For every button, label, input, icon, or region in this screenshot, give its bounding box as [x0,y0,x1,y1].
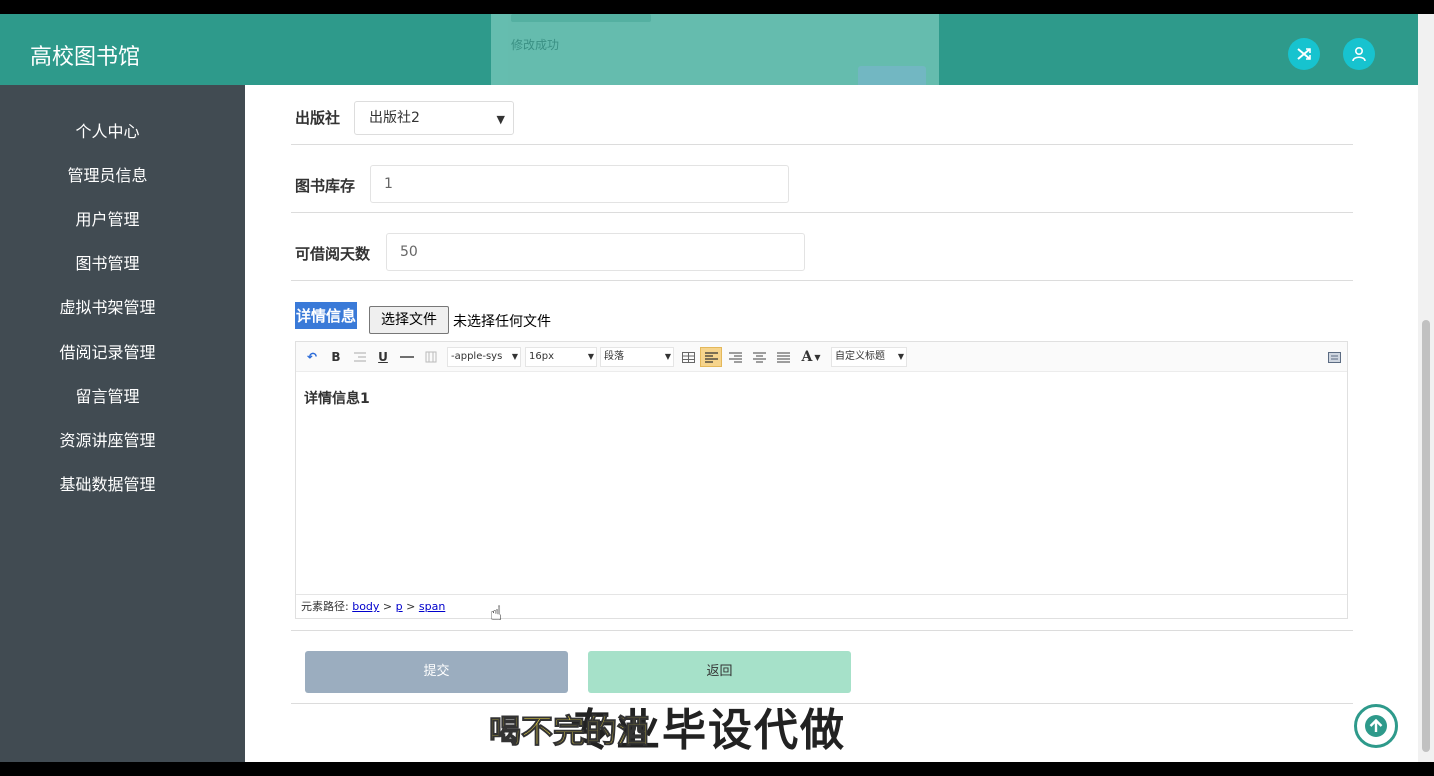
browser-viewport: 高校图书馆 修改成功 个人中心 管理员信息 用户管理 图书管理 虚拟书架管理 借… [0,14,1418,762]
sidebar-item-admin-info[interactable]: 管理员信息 [0,162,215,186]
editor-toolbar: ↶ B U -apple-sys ▼ 16px ▼ 段落 ▼ A ▼ 自定义标题… [296,342,1347,372]
publisher-select[interactable]: 出版社2 ▼ [354,101,514,135]
editor-content[interactable]: 详情信息1 [304,388,370,408]
custom-title-select[interactable]: 自定义标题 ▼ [831,347,907,367]
sidebar-item-base-data[interactable]: 基础数据管理 [0,471,215,495]
hand-cursor-icon: ☝ [490,601,503,625]
back-button[interactable]: 返回 [588,651,851,693]
align-center-icon[interactable] [751,347,767,367]
sidebar-item-messages[interactable]: 留言管理 [0,383,215,407]
chevron-down-icon: ▼ [814,352,821,362]
borrow-days-label: 可借阅天数 [295,245,371,263]
user-icon[interactable] [1343,38,1375,70]
submit-button[interactable]: 提交 [305,651,568,693]
sidebar-item-lectures[interactable]: 资源讲座管理 [0,427,215,451]
sidebar-item-user-management[interactable]: 用户管理 [0,206,215,230]
back-to-top-icon[interactable] [1354,704,1398,748]
sidebar-item-borrow-records[interactable]: 借阅记录管理 [0,339,215,363]
chevron-down-icon: ▼ [897,352,904,361]
toast-text: 修改成功 [511,38,560,52]
borrow-days-input[interactable]: 50 [386,233,805,271]
sidebar-item-book-management[interactable]: 图书管理 [0,250,215,274]
scrollbar-thumb[interactable] [1422,320,1430,752]
shuffle-icon[interactable] [1288,38,1320,70]
path-link-body[interactable]: body [352,600,379,613]
chevron-down-icon: ▼ [511,352,518,361]
sidebar: 个人中心 管理员信息 用户管理 图书管理 虚拟书架管理 借阅记录管理 留言管理 … [0,85,245,762]
app-title: 高校图书馆 [30,45,141,70]
sidebar-item-personal-center[interactable]: 个人中心 [0,118,215,142]
path-link-p[interactable]: p [396,600,403,613]
divider [291,280,1353,281]
editor-statusbar: 元素路径: body > p > span [296,594,1347,618]
chevron-down-icon: ▼ [587,352,594,361]
align-justify-icon[interactable] [775,347,791,367]
detail-label: 详情信息 [295,302,358,329]
bold-button[interactable]: B [328,347,344,367]
toast-message: 修改成功 [491,14,939,100]
file-status-text: 未选择任何文件 [453,314,551,330]
top-header: 高校图书馆 修改成功 [0,14,1418,100]
undo-icon[interactable]: ↶ [304,347,320,367]
rich-text-editor[interactable]: ↶ B U -apple-sys ▼ 16px ▼ 段落 ▼ A ▼ 自定义标题… [295,341,1348,619]
publisher-label: 出版社 [295,109,341,127]
clear-format-icon[interactable] [423,347,439,367]
table-icon[interactable] [680,347,696,367]
font-size-select[interactable]: 16px ▼ [525,347,597,367]
font-color-button[interactable]: A ▼ [799,347,823,367]
path-link-span[interactable]: span [419,600,445,613]
stock-label: 图书库存 [295,177,356,195]
fullscreen-icon[interactable] [1326,347,1342,367]
sidebar-item-virtual-shelf[interactable]: 虚拟书架管理 [0,294,215,318]
font-family-select[interactable]: -apple-sys ▼ [447,347,521,367]
page-scrollbar[interactable] [1418,14,1434,762]
choose-file-button[interactable]: 选择文件 [369,306,449,334]
horizontal-rule-icon[interactable] [399,347,415,367]
divider [291,630,1353,631]
chevron-down-icon: ▼ [664,352,671,361]
subtitle-yellow: 喝不完的酒 [488,712,650,751]
divider [291,212,1353,213]
underline-button[interactable]: U [375,347,391,367]
divider [291,144,1353,145]
stock-input[interactable]: 1 [370,165,789,203]
main-content: 出版社 出版社2 ▼ 图书库存 1 可借阅天数 50 详情信息 选择文件 未选择… [245,85,1418,762]
publisher-select-value: 出版社2 [369,110,420,126]
indent-icon[interactable] [352,347,368,367]
paragraph-select[interactable]: 段落 ▼ [600,347,674,367]
align-right-icon[interactable] [727,347,743,367]
chevron-down-icon: ▼ [496,113,505,126]
align-left-icon[interactable] [700,347,722,367]
